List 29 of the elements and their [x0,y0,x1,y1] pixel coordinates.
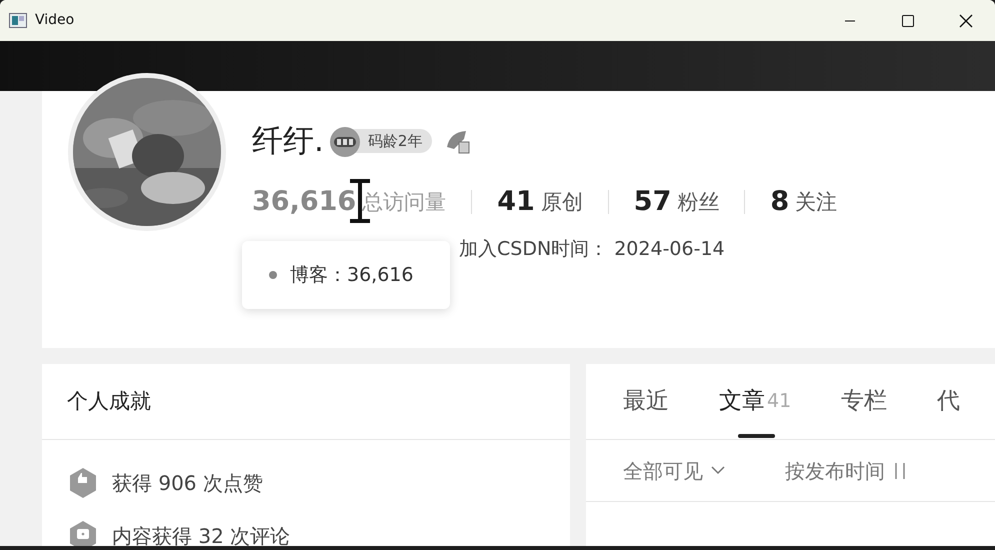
chevron-down-icon [711,466,725,475]
stat-label: 原创 [540,188,583,216]
tab[interactable]: 代 [937,364,960,440]
window-title: Video [35,11,74,30]
stat-value[interactable]: 36,616 [252,182,356,222]
app-icon [9,13,27,28]
user-name: 纤纡. [252,126,324,156]
stat-label: 总访问量 [362,188,446,216]
achievement-text: 获得 906 次点赞 [112,470,263,496]
maximize-icon [902,14,914,26]
sort-icon [893,460,907,480]
achievement-text: 内容获得 32 次评论 [112,522,290,546]
tooltip-text: 博客：36,616 [290,262,414,288]
bullet-icon [269,271,277,279]
tab[interactable]: 最近 [623,364,669,440]
card-title: 个人成就 [67,388,151,415]
robot-icon [328,124,362,158]
close-icon [959,14,973,28]
join-date: 加入CSDN时间： 2024-06-14 [459,237,725,262]
stat-value[interactable]: 8 [770,182,790,222]
sort-button[interactable]: 按发布时间 [785,456,907,486]
thumbs-up-icon [68,466,98,498]
stat-label: 粉丝 [677,188,720,216]
stat-value[interactable]: 41 [497,182,535,222]
tab[interactable]: 专栏 [841,364,888,440]
visibility-dropdown[interactable]: 全部可见 [623,456,725,486]
stat-value[interactable]: 57 [634,182,672,222]
stat-label: 关注 [795,188,838,216]
tab[interactable]: 文章 41 [719,364,792,440]
